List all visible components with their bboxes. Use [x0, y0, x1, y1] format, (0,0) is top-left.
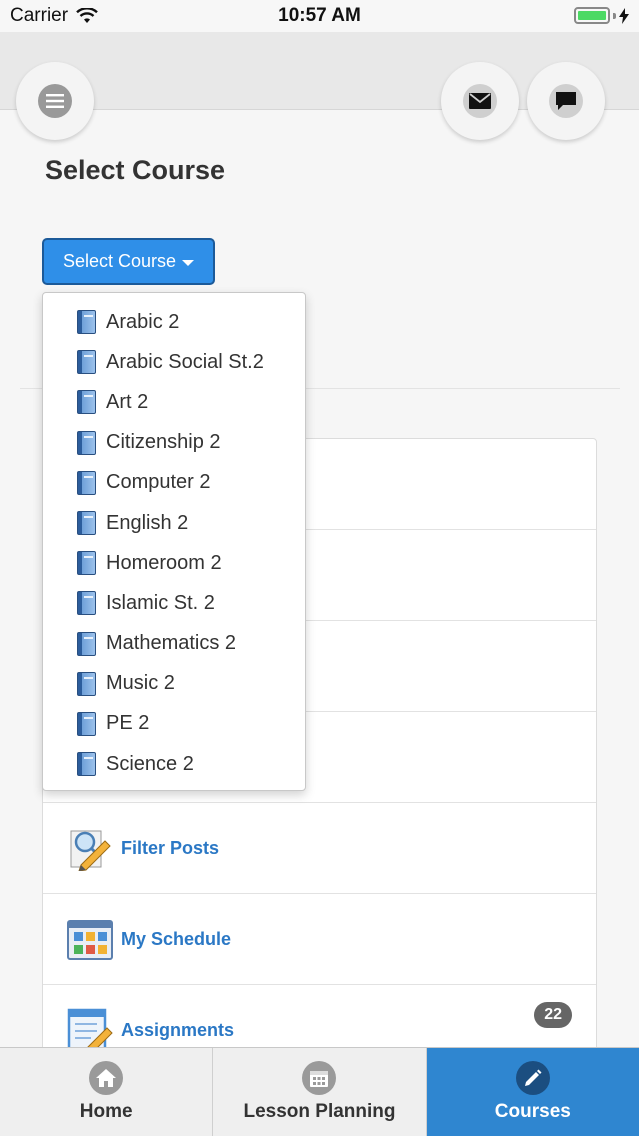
- course-option[interactable]: Homeroom 2: [43, 543, 305, 583]
- course-option[interactable]: Mathematics 2: [43, 624, 305, 664]
- course-option[interactable]: PE 2: [43, 704, 305, 744]
- tab-home[interactable]: Home: [0, 1048, 214, 1136]
- course-option-label: Mathematics 2: [106, 632, 237, 655]
- course-option-label: Arabic Social St.2: [106, 350, 264, 373]
- clock: 10:57 AM: [278, 5, 361, 26]
- course-option-label: Islamic St. 2: [106, 591, 215, 614]
- home-icon: [89, 1061, 124, 1095]
- book-icon: [77, 591, 96, 616]
- page-title: Select Course: [45, 155, 226, 185]
- menu-button[interactable]: [16, 62, 94, 140]
- book-icon: [77, 631, 96, 656]
- book-icon: [77, 511, 96, 536]
- course-option-label: Music 2: [106, 672, 175, 695]
- tab-courses-label: Courses: [494, 1101, 571, 1122]
- course-option[interactable]: English 2: [43, 503, 305, 543]
- assignments-count-badge: 22: [534, 1002, 572, 1028]
- course-option[interactable]: Arabic Social St.2: [43, 342, 305, 382]
- course-option[interactable]: Islamic St. 2: [43, 583, 305, 623]
- course-option[interactable]: Citizenship 2: [43, 423, 305, 463]
- course-option[interactable]: Science 2: [43, 744, 305, 784]
- magnifier-pencil-icon: [67, 825, 113, 872]
- assignments-label: Assignments: [121, 1020, 235, 1040]
- course-option-label: Computer 2: [106, 471, 211, 494]
- caret-down-icon: [182, 259, 195, 266]
- hamburger-icon: [38, 84, 72, 118]
- pencil-icon: [515, 1061, 550, 1095]
- book-icon: [77, 310, 96, 335]
- course-option-label: Art 2: [106, 390, 149, 413]
- calendar-icon: [302, 1061, 337, 1095]
- charging-icon: [619, 7, 629, 24]
- my-schedule-label: My Schedule: [121, 928, 232, 949]
- select-course-label: Select Course: [62, 251, 177, 271]
- course-option-label: English 2: [106, 511, 189, 534]
- tab-lesson-planning[interactable]: Lesson Planning: [213, 1048, 427, 1136]
- course-option-label: Homeroom 2: [106, 551, 222, 574]
- book-icon: [77, 671, 96, 696]
- tab-bar: Home Lesson Planning Courses: [0, 1047, 639, 1136]
- filter-posts-item[interactable]: Filter Posts: [43, 803, 596, 894]
- book-icon: [77, 470, 96, 495]
- course-option[interactable]: Art 2: [43, 382, 305, 422]
- tab-lesson-planning-label: Lesson Planning: [243, 1101, 396, 1122]
- book-icon: [77, 350, 96, 375]
- chat-button[interactable]: [527, 62, 605, 140]
- book-icon: [77, 711, 96, 736]
- course-option[interactable]: Arabic 2: [43, 302, 305, 342]
- mail-icon: [463, 84, 497, 118]
- course-option-label: PE 2: [106, 712, 150, 735]
- book-icon: [77, 752, 96, 777]
- messages-button[interactable]: [441, 62, 519, 140]
- course-option[interactable]: Music 2: [43, 664, 305, 704]
- tab-home-label: Home: [79, 1101, 133, 1122]
- chat-icon: [549, 84, 583, 118]
- course-option[interactable]: Computer 2: [43, 463, 305, 503]
- filter-posts-label: Filter Posts: [121, 837, 220, 858]
- my-schedule-item[interactable]: My Schedule: [43, 894, 596, 985]
- course-option-label: Arabic 2: [106, 310, 180, 333]
- calendar-grid-icon: [67, 916, 113, 962]
- status-bar: Carrier 10:57 AM: [0, 0, 639, 32]
- book-icon: [77, 430, 96, 455]
- battery-icon: [574, 7, 629, 24]
- course-option-label: Science 2: [106, 752, 194, 775]
- tab-courses[interactable]: Courses: [426, 1048, 639, 1136]
- select-course-button[interactable]: Select Course: [42, 238, 215, 285]
- course-dropdown-menu: Arabic 2 Arabic Social St.2 Art 2 Citize…: [42, 292, 306, 791]
- book-icon: [77, 551, 96, 576]
- book-icon: [77, 390, 96, 415]
- course-option-label: Citizenship 2: [106, 431, 221, 454]
